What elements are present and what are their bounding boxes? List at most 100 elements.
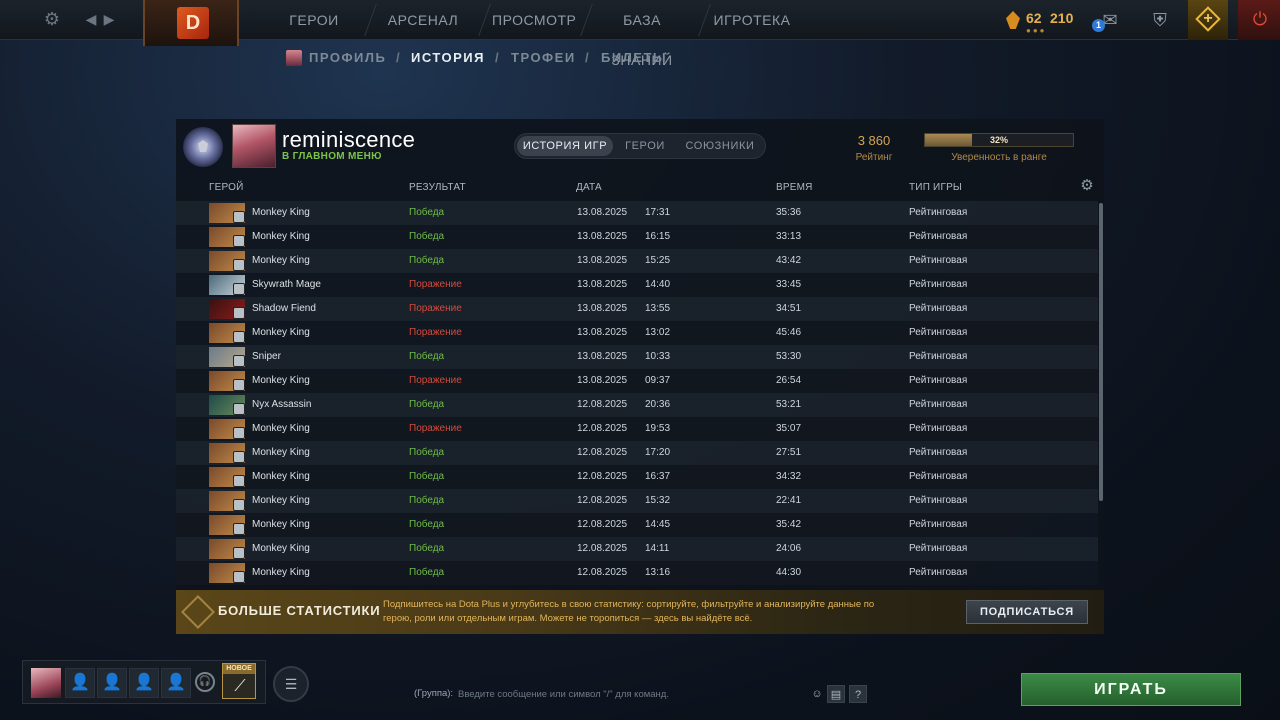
- match-date: 13.08.2025: [577, 279, 628, 290]
- column-header-date[interactable]: ДАТА: [576, 182, 602, 193]
- exit-button[interactable]: ⏻: [1238, 0, 1280, 40]
- table-row[interactable]: Monkey King Победа 12.08.2025 14:11 24:06 Рей…: [176, 537, 1098, 561]
- table-row[interactable]: Monkey King Победа 12.08.2025 16:37 34:32 Рей…: [176, 465, 1098, 489]
- match-date: 12.08.2025: [577, 447, 628, 458]
- subnav-trophies[interactable]: ТРОФЕИ: [511, 50, 576, 65]
- forward-arrow-icon[interactable]: ▶: [98, 8, 120, 30]
- table-row[interactable]: Nyx Assassin Победа 12.08.2025 20:36 53:21 Ре…: [176, 393, 1098, 417]
- table-row[interactable]: Monkey King Победа 12.08.2025 13:16 44:30 Рей…: [176, 561, 1098, 585]
- nav-arcade[interactable]: ИГРОТЕКА: [712, 0, 792, 40]
- table-row[interactable]: Monkey King Победа 13.08.2025 16:15 33:13 Рей…: [176, 225, 1098, 249]
- hero-portrait-icon: [209, 467, 245, 487]
- hero-name: Monkey King: [252, 543, 310, 554]
- hero-portrait-icon: [209, 443, 245, 463]
- hero-name: Monkey King: [252, 255, 310, 266]
- party-slot-empty[interactable]: 👤: [161, 668, 191, 698]
- tab-allies[interactable]: СОЮЗНИКИ: [677, 136, 763, 156]
- power-icon: ⏻: [1252, 9, 1268, 29]
- table-row[interactable]: Monkey King Победа 12.08.2025 14:45 35:42 Рей…: [176, 513, 1098, 537]
- find-group-button[interactable]: ☰: [273, 666, 309, 702]
- column-header-hero[interactable]: ГЕРОЙ: [209, 182, 244, 193]
- gear-icon[interactable]: ⚙: [1079, 178, 1095, 194]
- column-header-result[interactable]: РЕЗУЛЬТАТ: [409, 182, 466, 193]
- match-result: Победа: [409, 567, 445, 578]
- table-row[interactable]: Sniper Победа 13.08.2025 10:33 53:30 Рейтинго…: [176, 345, 1098, 369]
- player-name: reminiscence: [282, 127, 416, 152]
- subnav-profile[interactable]: ПРОФИЛЬ: [309, 50, 386, 65]
- subnav-history[interactable]: ИСТОРИЯ: [411, 50, 485, 65]
- shards-count: 62: [1026, 10, 1042, 26]
- match-duration: 35:42: [776, 519, 802, 530]
- nav-heroes[interactable]: ГЕРОИ: [275, 0, 353, 40]
- dota-logo-button[interactable]: D: [143, 0, 239, 46]
- nav-divider: [478, 4, 491, 36]
- table-row[interactable]: Monkey King Победа 13.08.2025 17:31 35:36 Рей…: [176, 201, 1098, 225]
- match-date: 13.08.2025: [577, 255, 628, 266]
- table-row[interactable]: Skywrath Mage Поражение 13.08.2025 14:40 33:…: [176, 273, 1098, 297]
- column-header-duration[interactable]: ВРЕМЯ: [776, 182, 813, 193]
- shards-icon: [1006, 11, 1020, 29]
- subscribe-button[interactable]: ПОДПИСАТЬСЯ: [966, 600, 1088, 624]
- match-duration: 35:36: [776, 207, 802, 218]
- new-badge: НОВОЕ: [223, 664, 255, 674]
- match-result: Победа: [409, 399, 445, 410]
- subnav-tickets[interactable]: БИЛЕТЫ: [601, 50, 667, 65]
- match-type: Рейтинговая: [909, 447, 968, 458]
- chat-input[interactable]: [458, 684, 818, 704]
- match-date: 12.08.2025: [577, 567, 628, 578]
- match-date: 13.08.2025: [577, 207, 628, 218]
- match-result: Победа: [409, 519, 445, 530]
- group-people-icon: ☰: [284, 676, 298, 692]
- rank-confidence-label: Уверенность в ранге: [951, 152, 1047, 163]
- nav-arsenal[interactable]: АРСЕНАЛ: [380, 0, 466, 40]
- match-result: Победа: [409, 495, 445, 506]
- party-slot-empty[interactable]: 👤: [65, 668, 95, 698]
- hero-portrait-icon: [209, 395, 245, 415]
- chat-window-icon[interactable]: ▤: [827, 685, 845, 703]
- settings-gear-icon[interactable]: ⚙: [41, 8, 63, 30]
- emoticon-icon[interactable]: ☺: [808, 685, 826, 703]
- match-duration: 34:51: [776, 303, 802, 314]
- play-button[interactable]: ИГРАТЬ: [1021, 673, 1241, 706]
- voice-chat-headset-icon[interactable]: 🎧: [195, 672, 215, 692]
- rank-confidence-bar: 32%: [924, 133, 1074, 147]
- hero-name: Monkey King: [252, 231, 310, 242]
- dota-plus-icon: [181, 595, 215, 629]
- rank-medal-icon[interactable]: [183, 127, 223, 167]
- nav-knowledge-base[interactable]: БАЗА ЗНАНИЙ: [594, 0, 690, 68]
- column-header-game-type[interactable]: ТИП ИГРЫ: [909, 182, 962, 193]
- armory-button[interactable]: ⛨: [1140, 0, 1180, 40]
- player-avatar[interactable]: [232, 124, 276, 168]
- match-duration: 26:54: [776, 375, 802, 386]
- match-result: Победа: [409, 471, 445, 482]
- table-row[interactable]: Monkey King Победа 13.08.2025 15:25 43:42 Рей…: [176, 249, 1098, 273]
- table-row[interactable]: Shadow Fiend Поражение 13.08.2025 13:55 34:5…: [176, 297, 1098, 321]
- hero-name: Monkey King: [252, 567, 310, 578]
- party-slot-empty[interactable]: 👤: [97, 668, 127, 698]
- table-row[interactable]: Monkey King Победа 12.08.2025 17:20 27:51 Рей…: [176, 441, 1098, 465]
- match-result: Победа: [409, 231, 445, 242]
- hero-portrait-icon: [209, 371, 245, 391]
- hero-name: Monkey King: [252, 519, 310, 530]
- table-row[interactable]: Monkey King Поражение 13.08.2025 13:02 45:46…: [176, 321, 1098, 345]
- match-type: Рейтинговая: [909, 399, 968, 410]
- dota-logo-icon: D: [177, 7, 209, 39]
- help-button[interactable]: ?: [849, 685, 867, 703]
- match-type: Рейтинговая: [909, 303, 968, 314]
- profile-avatar-small: [286, 50, 302, 66]
- table-row[interactable]: Monkey King Поражение 12.08.2025 19:53 35:07…: [176, 417, 1098, 441]
- hero-portrait-icon: [209, 227, 245, 247]
- party-member-avatar[interactable]: [31, 668, 61, 698]
- notification-badge: 1: [1092, 19, 1105, 32]
- tab-heroes[interactable]: ГЕРОИ: [617, 136, 673, 156]
- match-list-scrollbar[interactable]: [1099, 203, 1103, 501]
- shield-swords-icon: ⛨: [1153, 10, 1167, 30]
- party-slot-empty[interactable]: 👤: [129, 668, 159, 698]
- table-row[interactable]: Monkey King Поражение 13.08.2025 09:37 26:54…: [176, 369, 1098, 393]
- table-row[interactable]: Monkey King Победа 12.08.2025 15:32 22:41 Рей…: [176, 489, 1098, 513]
- nav-watch[interactable]: ПРОСМОТР: [492, 0, 576, 40]
- new-item-button[interactable]: НОВОЕ ⟋: [222, 663, 256, 699]
- tab-match-history[interactable]: ИСТОРИЯ ИГР: [517, 136, 613, 156]
- hero-name: Monkey King: [252, 423, 310, 434]
- dota-plus-button[interactable]: +: [1188, 0, 1228, 40]
